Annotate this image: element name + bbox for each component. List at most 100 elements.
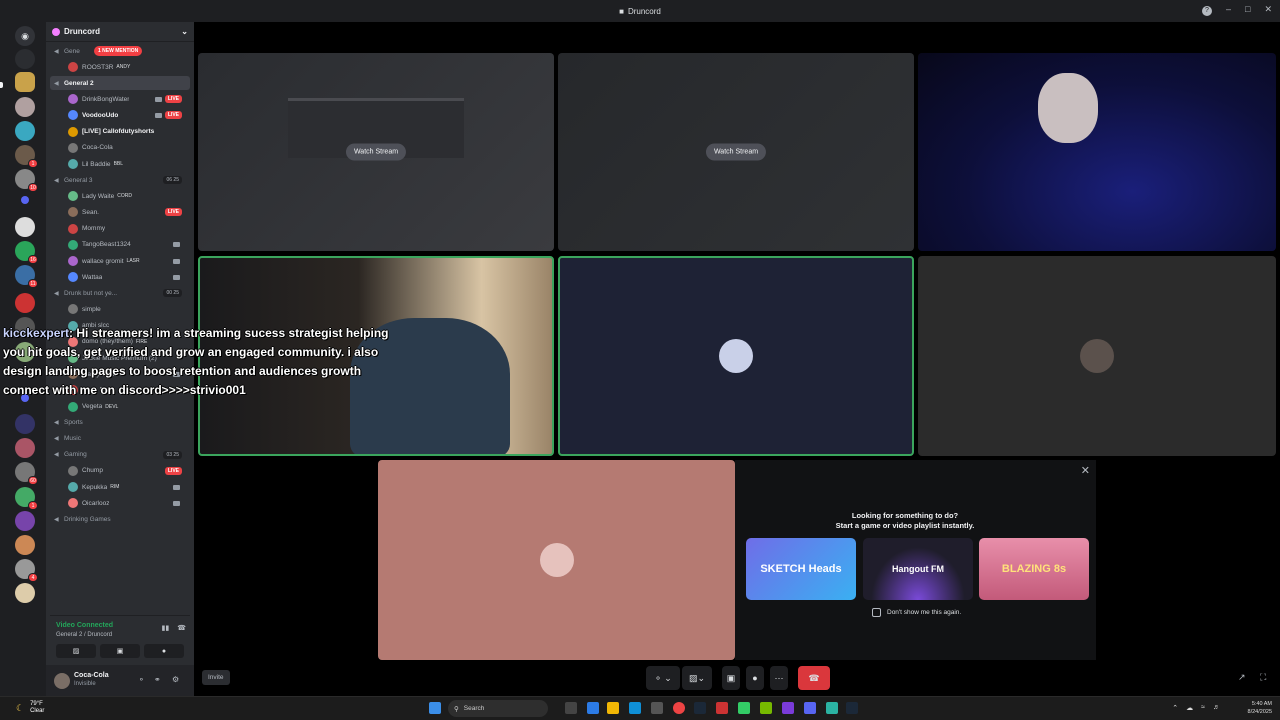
more-options-icon[interactable]: ⋯ [770,666,788,690]
home-button[interactable]: ◉ [15,26,35,46]
server-icon[interactable] [15,72,35,92]
app-icon[interactable] [782,702,794,714]
voice-channel[interactable]: ◀ Drinking Games [50,512,190,526]
voice-status[interactable]: Video Connected [56,622,113,629]
live-badge[interactable]: LIVE [164,466,182,475]
folder-icon[interactable] [21,196,29,204]
voice-channel[interactable]: ◀ Music [50,432,190,446]
server-icon[interactable]: 10 [15,169,38,192]
avatar-tile[interactable] [918,256,1276,456]
start-button[interactable] [429,702,441,714]
steam-icon[interactable] [846,702,858,714]
voice-location[interactable]: General 2 / Druncord [56,632,112,638]
stream-tile[interactable]: Watch Stream [558,53,914,251]
disconnect-icon[interactable]: ☎ [177,624,186,632]
wifi-icon[interactable]: ≈ [1201,704,1205,712]
server-icon[interactable]: 16 [15,241,38,264]
server-icon[interactable] [15,293,35,313]
voice-user[interactable]: TangoBeast1324 [50,238,190,252]
camera-tile[interactable] [918,53,1276,251]
voice-user[interactable]: Sean. LIVE [50,205,190,219]
voice-user[interactable]: Lil Baddie BBL [50,157,190,171]
voice-channel[interactable]: ◀ Gaming 03 25 [50,448,190,462]
signal-icon[interactable]: ▮▮ [162,624,170,632]
voice-user[interactable]: ROOST3R ANDY [50,60,190,74]
headphones-icon[interactable]: ⚭ [154,675,161,684]
copilot-icon[interactable] [587,702,599,714]
file-explorer-icon[interactable] [607,702,619,714]
voice-user[interactable]: Lady Waite CORD [50,189,190,203]
discord-taskbar-icon[interactable] [804,702,816,714]
watch-stream-button[interactable]: Watch Stream [345,143,407,161]
server-icon[interactable] [15,217,35,237]
invite-button[interactable]: Invite [202,670,230,685]
server-icon[interactable]: 4 [15,559,38,582]
checkbox-icon[interactable] [872,608,881,617]
voice-user[interactable]: [LIVE] Callofdutyshorts [50,125,190,139]
server-icon[interactable] [15,121,35,141]
screen-share-icon[interactable]: ▣ [722,666,740,690]
maximize-button[interactable]: □ [1245,4,1250,15]
avatar-tile[interactable] [378,460,735,660]
notifications-icon[interactable] [15,49,35,69]
microphone-icon[interactable]: ⚬ [138,675,145,684]
voice-user[interactable]: wallace gromit LASR [50,254,190,268]
voice-user[interactable]: Kepukka RIM [50,480,190,494]
voice-channel[interactable]: ◀ General 2 [50,76,190,91]
server-icon[interactable]: 11 [15,265,38,288]
chevron-up-icon[interactable]: ⌃ [1172,704,1178,712]
activity-card-blazing-8s[interactable]: BLAZING 8s [979,538,1089,600]
steam-icon[interactable] [694,702,706,714]
server-icon[interactable]: 1 [15,145,38,168]
microphone-button[interactable]: ⚬ ⌄ [646,666,680,690]
voice-user[interactable]: Coca-Cola [50,141,190,155]
voice-user[interactable]: Oicarlooz [50,496,190,510]
screen-share-button[interactable]: ▣ [100,644,140,658]
activity-button[interactable]: ● [144,644,184,658]
server-icon[interactable] [15,535,35,555]
server-icon[interactable] [15,97,35,117]
camera-button[interactable]: ▨⌄ [682,666,712,690]
dont-show-checkbox[interactable]: Don't show me this again. [872,608,961,617]
server-icon[interactable] [15,438,35,458]
live-badge[interactable]: LIVE [164,111,182,120]
nvidia-icon[interactable] [760,702,772,714]
cloud-icon[interactable]: ☁ [1186,704,1193,712]
server-icon[interactable]: 60 [15,462,38,485]
fullscreen-icon[interactable]: ⛶ [1260,672,1266,683]
server-icon[interactable]: 1 [15,487,38,510]
taskbar-search[interactable]: ⚲ Search [448,700,548,717]
avatar[interactable] [54,673,70,689]
clock[interactable]: 5:40 AM 8/24/2025 [1248,700,1272,716]
username[interactable]: Coca-Cola [74,672,109,679]
app-icon[interactable] [716,702,728,714]
camera-toggle-button[interactable]: ▨ [56,644,96,658]
close-icon[interactable]: ✕ [1081,464,1090,477]
avatar-tile[interactable] [558,256,914,456]
store-icon[interactable] [651,702,663,714]
voice-channel[interactable]: ◀ Sports [50,416,190,430]
help-icon[interactable]: ? [1202,6,1212,16]
live-badge[interactable]: LIVE [164,95,182,104]
voice-channel[interactable]: ◀ Drunk but not ye... 00 25 [50,286,190,300]
gear-icon[interactable]: ⚙ [172,675,179,684]
app-icon[interactable] [826,702,838,714]
voice-user[interactable]: Wattaa [50,270,190,284]
voice-user[interactable]: VoodooUdo LIVE [50,108,190,122]
voice-user[interactable]: Mommy [50,222,190,236]
server-icon[interactable] [15,583,35,603]
close-window-button[interactable]: ✕ [1264,4,1272,15]
volume-icon[interactable]: ♬ [1213,704,1220,712]
popout-icon[interactable]: ↗ [1238,672,1246,683]
voice-user[interactable]: simple [50,302,190,316]
edge-icon[interactable] [629,702,641,714]
app-icon[interactable] [738,702,750,714]
voice-user[interactable]: Chump LIVE [50,464,190,478]
disconnect-call-button[interactable]: ☎ [798,666,830,690]
stream-tile[interactable]: Watch Stream [198,53,554,251]
activity-icon[interactable]: ● [746,666,764,690]
live-badge[interactable]: LIVE [164,208,182,217]
task-view-icon[interactable] [565,702,577,714]
server-icon[interactable] [15,414,35,434]
watch-stream-button[interactable]: Watch Stream [705,143,767,161]
